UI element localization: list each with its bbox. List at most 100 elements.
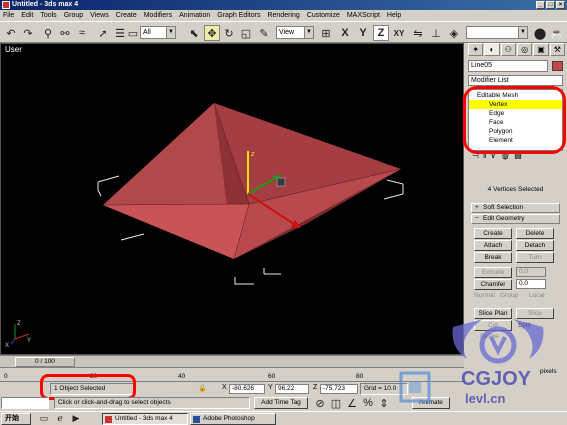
main-toolbar: ↶ ↷ ⚲ ⚯ ≈ ➚ ☰ ▭ All ▼ ⬉ ✥ ↻ ◱ ✎ View ▼ ⊞ X… [0,21,567,43]
y-coordinate-field[interactable]: 96.22 [275,384,309,394]
soft-selection-rollout[interactable]: + Soft Selection [471,203,560,213]
align-icon[interactable]: ⊥ [428,25,444,41]
z-coordinate-label: Z [313,384,318,391]
quicklaunch-desktop-icon[interactable]: ▭ [36,410,52,425]
angle-snap-icon[interactable]: ∠ [344,395,360,411]
menu-customize[interactable]: Customize [307,10,340,21]
menu-tools[interactable]: Tools [40,10,56,21]
task-photoshop[interactable]: Adobe Photoshop [190,413,276,425]
select-link-icon[interactable]: ⚲ [40,25,56,41]
group-radio[interactable]: Group [500,292,518,299]
maximize-button[interactable]: □ [546,1,555,9]
select-scale-icon[interactable]: ◱ [238,25,254,41]
menu-edit[interactable]: Edit [21,10,33,21]
edit-geometry-rollout[interactable]: − Edit Geometry [471,214,560,224]
editable-mesh[interactable] [102,102,402,260]
select-rotate-icon[interactable]: ↻ [221,25,237,41]
ruler-label-40: 40 [178,373,186,380]
modify-tab-icon[interactable]: ◐ [484,43,500,56]
material-editor-icon[interactable]: ⬤ [532,25,548,41]
manipulate-icon[interactable]: ✎ [256,25,272,41]
reference-coordinate-dropdown[interactable]: View ▼ [276,26,314,39]
menu-file[interactable]: File [3,10,14,21]
restrict-x-icon[interactable]: X [337,25,353,41]
close-button[interactable]: × [556,1,565,9]
unlink-icon[interactable]: ⚯ [57,25,73,41]
quicklaunch-browser-icon[interactable]: ℯ [52,410,68,425]
selection-count: 4 Vertices Selected [487,186,544,193]
utilities-tab-icon[interactable]: ⚒ [549,43,565,56]
restrict-z-icon[interactable]: Z [373,25,389,41]
restrict-y-icon[interactable]: Y [355,25,371,41]
local-radio[interactable]: Local [529,292,545,299]
extrude-button[interactable]: Extrude [474,267,512,278]
maxscript-listener[interactable] [1,397,49,409]
z-coordinate-field[interactable]: -75.723 [320,384,358,394]
watermark-logo: CGJOY levl.cn [395,315,567,411]
menu-help[interactable]: Help [387,10,401,21]
named-selection-dropdown[interactable]: ▼ [466,26,528,39]
menu-views[interactable]: Views [90,10,109,21]
object-color-swatch[interactable] [552,61,563,71]
display-tab-icon[interactable]: ▣ [533,43,549,56]
spinner-snap-icon[interactable]: ⇕ [376,395,392,411]
break-button[interactable]: Break [474,252,512,263]
chamfer-button[interactable]: Chamfer [474,279,512,290]
turn-button[interactable]: Turn [516,252,554,263]
windows-taskbar: 开始 ▭ ℯ ▶ Untitled - 3ds max 4 Adobe Phot… [0,411,567,425]
x-coordinate-label: X [222,384,227,391]
percent-snap-icon[interactable]: % [360,395,376,411]
render-icon[interactable]: ☕ [549,25,565,41]
watermark-site: levl.cn [465,391,506,406]
start-button[interactable]: 开始 [1,413,31,425]
viewport-scene: z Z Y X [5,102,404,349]
minimize-button[interactable]: _ [536,1,545,9]
bind-space-warp-icon[interactable]: ≈ [74,25,90,41]
restrict-xy-icon[interactable]: XY [391,25,407,41]
selection-region-icon[interactable]: ▭ [125,25,141,41]
add-time-tag-button[interactable]: Add Time Tag [254,397,308,409]
quicklaunch-media-icon[interactable]: ▶ [68,410,84,425]
menu-modifiers[interactable]: Modifiers [144,10,172,21]
attach-button[interactable]: Attach [474,240,512,251]
mirror-icon[interactable]: ⇋ [410,25,426,41]
degradation-override-icon[interactable]: ⊘ [312,395,328,411]
svg-text:Y: Y [27,338,31,344]
menu-create[interactable]: Create [116,10,137,21]
menu-animation[interactable]: Animation [179,10,210,21]
modifier-list-dropdown[interactable]: Modifier List [468,75,563,86]
annotation-ring-stack [463,86,566,154]
detach-button[interactable]: Detach [516,240,554,251]
menu-group[interactable]: Group [64,10,83,21]
pivot-center-icon[interactable]: ⊞ [318,25,334,41]
time-slider[interactable]: 0 / 100 [15,357,75,367]
title-bar: Untitled - 3ds max 4 _ □ × [0,0,567,10]
selection-filter-dropdown[interactable]: All ▼ [140,26,176,39]
perspective-viewport[interactable]: User z Z Y X [0,43,464,355]
create-tab-icon[interactable]: ✦ [468,43,484,56]
undo-icon[interactable]: ↶ [3,25,19,41]
lock-selection-icon[interactable]: 🔒 [198,384,207,392]
extrude-amount-field[interactable]: 0.0 [516,267,546,277]
app-icon [2,1,10,9]
motion-tab-icon[interactable]: ◎ [516,43,533,56]
svg-text:z: z [251,151,255,158]
hierarchy-tab-icon[interactable]: ⚇ [500,43,516,56]
menu-graph-editors[interactable]: Graph Editors [217,10,260,21]
select-icon[interactable]: ⬉ [186,25,202,41]
x-coordinate-field[interactable]: -80.626 [229,384,265,394]
redo-icon[interactable]: ↷ [20,25,36,41]
select-move-icon[interactable]: ✥ [204,25,220,41]
snap-toggle-icon[interactable]: ◫ [328,395,344,411]
object-name-field[interactable]: Line05 [468,60,548,72]
select-object-icon[interactable]: ➚ [95,25,111,41]
chamfer-amount-field[interactable]: 0.0 [516,279,546,289]
menu-maxscript[interactable]: MAXScript [347,10,380,21]
ruler-label-0: 0 [4,373,8,380]
create-button[interactable]: Create [474,228,512,239]
menu-rendering[interactable]: Rendering [267,10,299,21]
delete-button[interactable]: Delete [516,228,554,239]
layers-icon[interactable]: ◈ [446,25,462,41]
task-3dsmax[interactable]: Untitled - 3ds max 4 [102,413,188,425]
svg-text:Z: Z [17,321,21,327]
